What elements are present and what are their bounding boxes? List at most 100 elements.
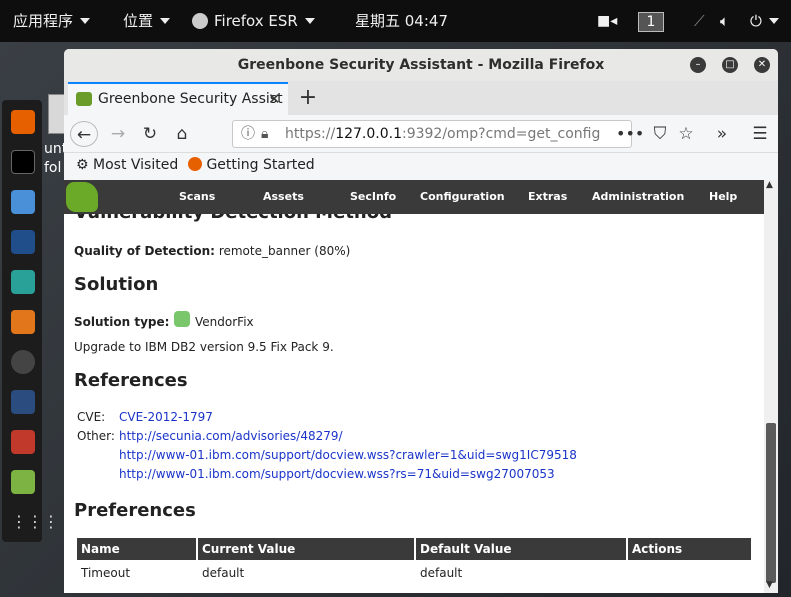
workspace-indicator[interactable]: 1	[638, 0, 664, 42]
solution-type-label: Solution type:	[74, 315, 170, 329]
power-icon[interactable]: ⏻	[750, 0, 779, 42]
firefox-icon	[192, 13, 208, 29]
nav-administration[interactable]: Administration	[592, 180, 684, 214]
overflow-icon[interactable]: »	[710, 121, 734, 147]
chevron-down-icon	[304, 18, 315, 24]
solution-heading: Solution	[74, 274, 159, 295]
tab-title: Greenbone Security Assist	[98, 91, 283, 107]
column-header: Default Value	[416, 538, 626, 560]
show-apps-icon[interactable]: ⋮⋮⋮	[11, 510, 59, 534]
gear-icon: ⚙	[76, 157, 89, 173]
chevron-down-icon	[160, 18, 171, 24]
armitage-icon[interactable]	[11, 270, 35, 294]
firefox-window: Greenbone Security Assistant - Mozilla F…	[64, 49, 778, 593]
cve-link[interactable]: CVE-2012-1797	[119, 410, 213, 424]
reference-link[interactable]: http://secunia.com/advisories/48279/	[119, 429, 343, 443]
home-icon[interactable]: ⌂	[170, 121, 194, 147]
network-icon[interactable]: ⟋	[694, 0, 705, 42]
nav-secinfo[interactable]: SecInfo	[350, 180, 396, 214]
maximize-icon[interactable]: □	[722, 57, 738, 73]
solution-text: Upgrade to IBM DB2 version 9.5 Fix Pack …	[74, 340, 334, 354]
video-icon[interactable]: ■◂	[597, 0, 617, 42]
minimize-icon[interactable]: –	[690, 57, 706, 73]
tab-gsa[interactable]: Greenbone Security Assist ✕	[68, 82, 288, 115]
bookmark-star-icon[interactable]: ☆	[674, 121, 698, 147]
back-icon[interactable]: ←	[70, 121, 98, 147]
places-menu[interactable]: 位置	[123, 0, 171, 42]
bookmark-most-visited[interactable]: ⚙ Most Visited	[76, 153, 178, 177]
info-icon[interactable]: ⓘ	[241, 121, 255, 147]
nav-extras[interactable]: Extras	[528, 180, 567, 214]
pocket-icon[interactable]: ⛉	[648, 121, 672, 147]
files-icon[interactable]	[11, 190, 35, 214]
table-row: Timeout default default	[77, 560, 751, 586]
page-content: Vulnerability Detection Method Quality o…	[64, 180, 778, 593]
forward-icon: →	[110, 124, 126, 144]
cve-label: CVE:	[77, 410, 106, 424]
new-tab-icon[interactable]: +	[296, 83, 320, 113]
table-header-row: Name Current Value Default Value Actions	[77, 538, 751, 560]
tab-close-icon[interactable]: ✕	[268, 84, 281, 115]
lock-icon[interactable]: 🔒︎	[261, 121, 268, 147]
gsa-navigation-bar: Scans Assets SecInfo Configuration Extra…	[64, 180, 764, 214]
qod-label: Quality of Detection:	[74, 244, 215, 258]
window-title: Greenbone Security Assistant - Mozilla F…	[237, 57, 605, 73]
terminal-icon[interactable]	[11, 150, 35, 174]
scrollbar[interactable]: ▲ ▼	[764, 180, 778, 593]
clock[interactable]: 星期五 04:47	[355, 0, 448, 42]
nav-help[interactable]: Help	[709, 180, 737, 214]
tab-strip: Greenbone Security Assist ✕ +	[64, 81, 778, 115]
window-titlebar[interactable]: Greenbone Security Assistant - Mozilla F…	[64, 49, 778, 81]
bookmark-getting-started[interactable]: Getting Started	[188, 153, 315, 177]
reload-icon[interactable]: ↻	[138, 121, 162, 147]
nav-scans[interactable]: Scans	[179, 180, 215, 214]
column-header: Actions	[628, 538, 751, 560]
nav-assets[interactable]: Assets	[263, 180, 304, 214]
reference-link[interactable]: http://www-01.ibm.com/support/docview.ws…	[119, 448, 577, 462]
scroll-up-icon[interactable]: ▲	[766, 180, 773, 190]
reference-link[interactable]: http://www-01.ibm.com/support/docview.ws…	[119, 467, 555, 481]
notes-icon[interactable]	[11, 470, 35, 494]
preferences-heading: Preferences	[74, 500, 196, 521]
greenbone-logo-icon[interactable]	[66, 182, 98, 212]
bookmark-label: Getting Started	[206, 157, 315, 173]
greenbone-favicon	[76, 92, 92, 106]
solution-type-row: Solution type:	[74, 315, 169, 329]
table-cell: default	[202, 566, 245, 580]
metasploit-icon[interactable]	[11, 230, 35, 254]
firefox-launcher-icon[interactable]	[11, 110, 35, 134]
url-bar[interactable]: ⓘ 🔒︎ https://127.0.0.1:9392/omp?cmd=get_…	[232, 120, 632, 148]
maltego-icon[interactable]	[11, 350, 35, 374]
solution-type-value: VendorFix	[195, 315, 254, 329]
bookmark-label: Most Visited	[93, 157, 179, 173]
applications-label: 应用程序	[13, 12, 74, 30]
table-cell	[628, 560, 751, 586]
burpsuite-icon[interactable]	[11, 310, 35, 334]
firefox-small-icon	[188, 157, 202, 171]
firefox-label: Firefox ESR	[214, 12, 298, 30]
places-label: 位置	[123, 12, 154, 30]
close-icon[interactable]: ✕	[754, 57, 770, 73]
chevron-down-icon	[768, 18, 779, 24]
dock: ⋮⋮⋮	[2, 100, 59, 542]
navigation-toolbar: ← → ↻ ⌂ ⓘ 🔒︎ https://127.0.0.1:9392/omp?…	[64, 115, 778, 153]
column-header: Current Value	[198, 538, 414, 560]
volume-icon[interactable]: 🔈︎	[720, 0, 729, 42]
qod-value: remote_banner (80%)	[218, 244, 351, 258]
applications-menu[interactable]: 应用程序	[13, 0, 91, 42]
references-heading: References	[74, 370, 188, 391]
workspace-number: 1	[638, 12, 664, 32]
hamburger-menu-icon[interactable]: ☰	[748, 121, 772, 147]
firefox-menu[interactable]: Firefox ESR	[192, 0, 315, 42]
scroll-thumb[interactable]	[766, 423, 776, 583]
page-actions-icon[interactable]: •••	[616, 121, 644, 147]
bookmarks-toolbar: ⚙ Most Visited Getting Started	[64, 153, 778, 179]
vendorfix-icon	[174, 311, 190, 327]
top-panel: 应用程序 位置 Firefox ESR 星期五 04:47 ■◂ 1 ⟋ 🔈︎ …	[0, 0, 791, 42]
faraday-icon[interactable]	[11, 430, 35, 454]
chevron-down-icon	[80, 18, 91, 24]
other-label: Other:	[77, 429, 115, 443]
beef-icon[interactable]	[11, 390, 35, 414]
scroll-down-icon[interactable]: ▼	[766, 580, 773, 590]
nav-configuration[interactable]: Configuration	[420, 180, 505, 214]
